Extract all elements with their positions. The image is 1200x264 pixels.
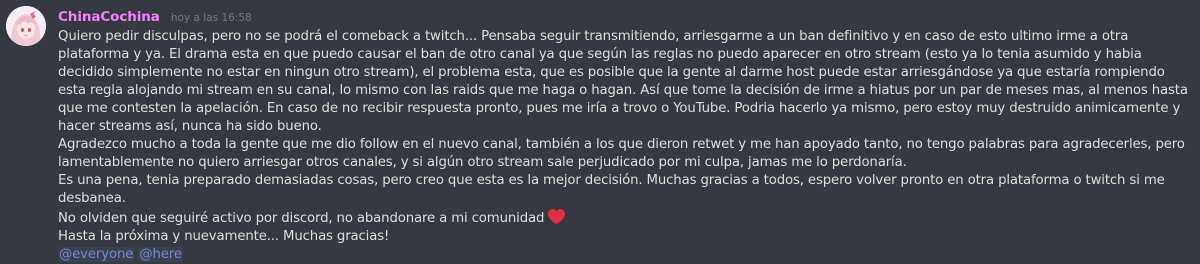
chat-message: ChinaCochina hoy a las 16:58 Quiero pedi… — [0, 0, 1200, 262]
red-heart-icon — [547, 208, 566, 226]
message-paragraph: Hasta la próxima y nuevamente... Muchas … — [58, 229, 390, 244]
avatar[interactable] — [6, 6, 46, 46]
timestamp: hoy a las 16:58 — [170, 12, 252, 24]
message-paragraph-with-emoji: No olviden que seguiré activo por discor… — [58, 208, 1190, 228]
message-paragraph: Quiero pedir disculpas, pero no se podrá… — [58, 29, 1188, 134]
message-paragraph: Es una pena, tenia preparado demasiadas … — [58, 173, 1165, 206]
mention-here[interactable]: @here — [138, 247, 183, 262]
message-paragraph-text: No olviden que seguiré activo por discor… — [58, 211, 545, 226]
anime-girl-avatar-icon — [6, 6, 46, 46]
message-header: ChinaCochina hoy a las 16:58 — [58, 6, 1190, 26]
mention-everyone[interactable]: @everyone — [58, 247, 135, 262]
mentions-line: @everyone @here — [58, 246, 1190, 264]
message-paragraph: Agradezco mucho a toda la gente que me d… — [58, 137, 1185, 170]
message-content: ChinaCochina hoy a las 16:58 Quiero pedi… — [58, 6, 1190, 264]
message-body: Quiero pedir disculpas, pero no se podrá… — [58, 28, 1190, 264]
username[interactable]: ChinaCochina — [58, 9, 160, 25]
